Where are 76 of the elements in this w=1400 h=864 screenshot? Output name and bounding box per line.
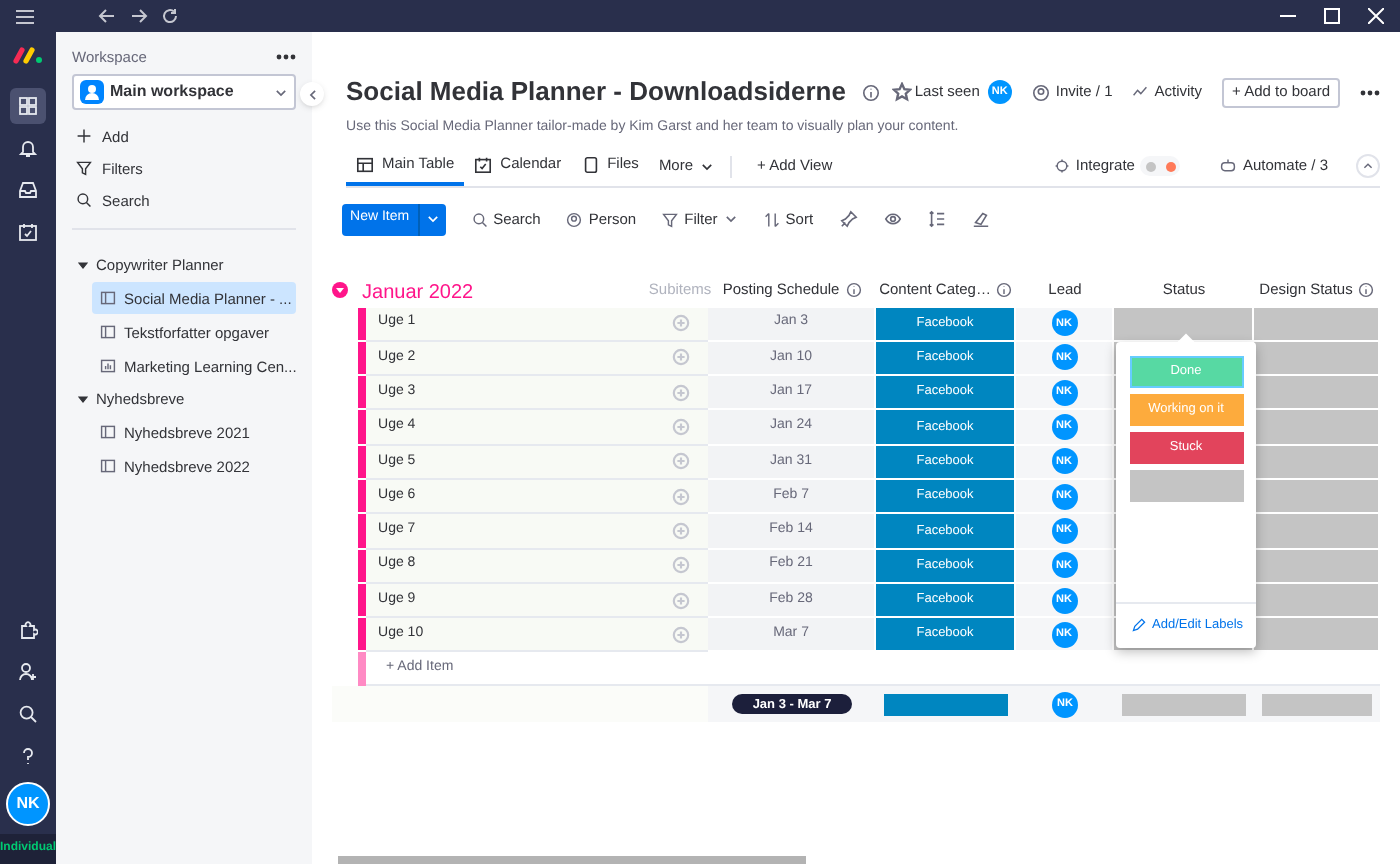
pin-icon[interactable] <box>839 210 858 228</box>
more-icon[interactable] <box>276 54 297 61</box>
group-title[interactable]: Januar 2022 <box>362 281 474 303</box>
search-icon <box>76 192 93 209</box>
collapse-group-icon[interactable] <box>332 281 349 297</box>
workspace-icon <box>80 80 105 105</box>
status-summary-bar <box>1262 693 1373 716</box>
row-height-icon[interactable] <box>927 210 946 228</box>
chevron-down-icon <box>425 212 440 226</box>
workspaces-button[interactable] <box>10 88 46 124</box>
chevron-down-icon <box>274 85 289 100</box>
add-subitem-icon <box>671 591 690 610</box>
chart-icon <box>100 358 117 375</box>
board-icon <box>100 324 117 341</box>
file-icon <box>581 155 600 173</box>
menu-icon[interactable] <box>16 9 34 23</box>
chevron-down-icon <box>723 212 738 226</box>
triangle-down-icon <box>78 259 89 270</box>
activity-icon <box>1132 84 1149 100</box>
chevron-down-icon <box>699 159 714 173</box>
filter-icon <box>76 160 93 177</box>
add-subitem-icon <box>671 348 690 367</box>
collapse-button[interactable] <box>300 82 325 106</box>
add-subitem-icon <box>671 383 690 402</box>
horizontal-scrollbar[interactable] <box>338 856 807 864</box>
search-icon <box>18 704 38 724</box>
help-icon <box>18 746 38 766</box>
more-icon[interactable] <box>1360 89 1381 95</box>
logo-icon[interactable] <box>12 46 44 64</box>
add-subitem-icon <box>671 452 690 471</box>
info-icon <box>1358 281 1375 297</box>
status-summary-bar <box>1122 693 1247 716</box>
info-icon <box>996 281 1013 297</box>
add-subitem-icon <box>671 487 690 506</box>
chevron-up-icon <box>1362 160 1375 172</box>
pencil-icon <box>1132 618 1147 632</box>
reload-icon[interactable] <box>162 8 178 24</box>
table-icon <box>356 155 375 173</box>
board-icon <box>100 424 117 441</box>
info-icon <box>861 83 880 101</box>
plug-icon <box>1053 158 1070 174</box>
triangle-down-icon <box>78 393 89 404</box>
category-summary-bar <box>884 693 1009 716</box>
board-icon <box>100 458 117 475</box>
calendar-icon <box>474 155 493 173</box>
bell-icon <box>18 138 38 158</box>
add-subitem-icon <box>671 314 690 333</box>
filter-icon <box>662 211 679 227</box>
puzzle-icon <box>18 620 38 640</box>
close-icon[interactable] <box>1368 8 1384 24</box>
inbox-icon <box>18 180 38 200</box>
add-subitem-icon <box>671 556 690 575</box>
add-subitem-icon <box>671 521 690 540</box>
forward-icon[interactable] <box>130 8 148 24</box>
paint-icon[interactable] <box>971 210 990 228</box>
maximize-icon[interactable] <box>1324 8 1340 24</box>
person-icon <box>566 211 583 227</box>
calendar-check-icon <box>18 222 38 242</box>
robot-icon <box>1220 158 1237 174</box>
plus-icon <box>76 128 93 145</box>
add-subitem-icon <box>671 418 690 437</box>
star-icon[interactable] <box>891 82 912 102</box>
info-icon <box>845 281 862 297</box>
back-icon[interactable] <box>98 8 116 24</box>
person-icon <box>1031 83 1050 101</box>
board-title: Social Media Planner - Downloadsiderne <box>346 74 846 111</box>
hide-icon[interactable] <box>883 210 902 228</box>
search-icon <box>471 211 488 227</box>
workspace-dropdown[interactable]: Main workspace <box>72 74 297 111</box>
sort-icon <box>763 211 780 227</box>
add-subitem-icon <box>671 625 690 644</box>
collapse-header-button[interactable] <box>1356 154 1381 178</box>
workspaces-icon <box>18 96 38 116</box>
board-icon <box>100 290 117 307</box>
chevron-left-icon <box>305 87 320 101</box>
add-person-icon <box>18 662 38 682</box>
